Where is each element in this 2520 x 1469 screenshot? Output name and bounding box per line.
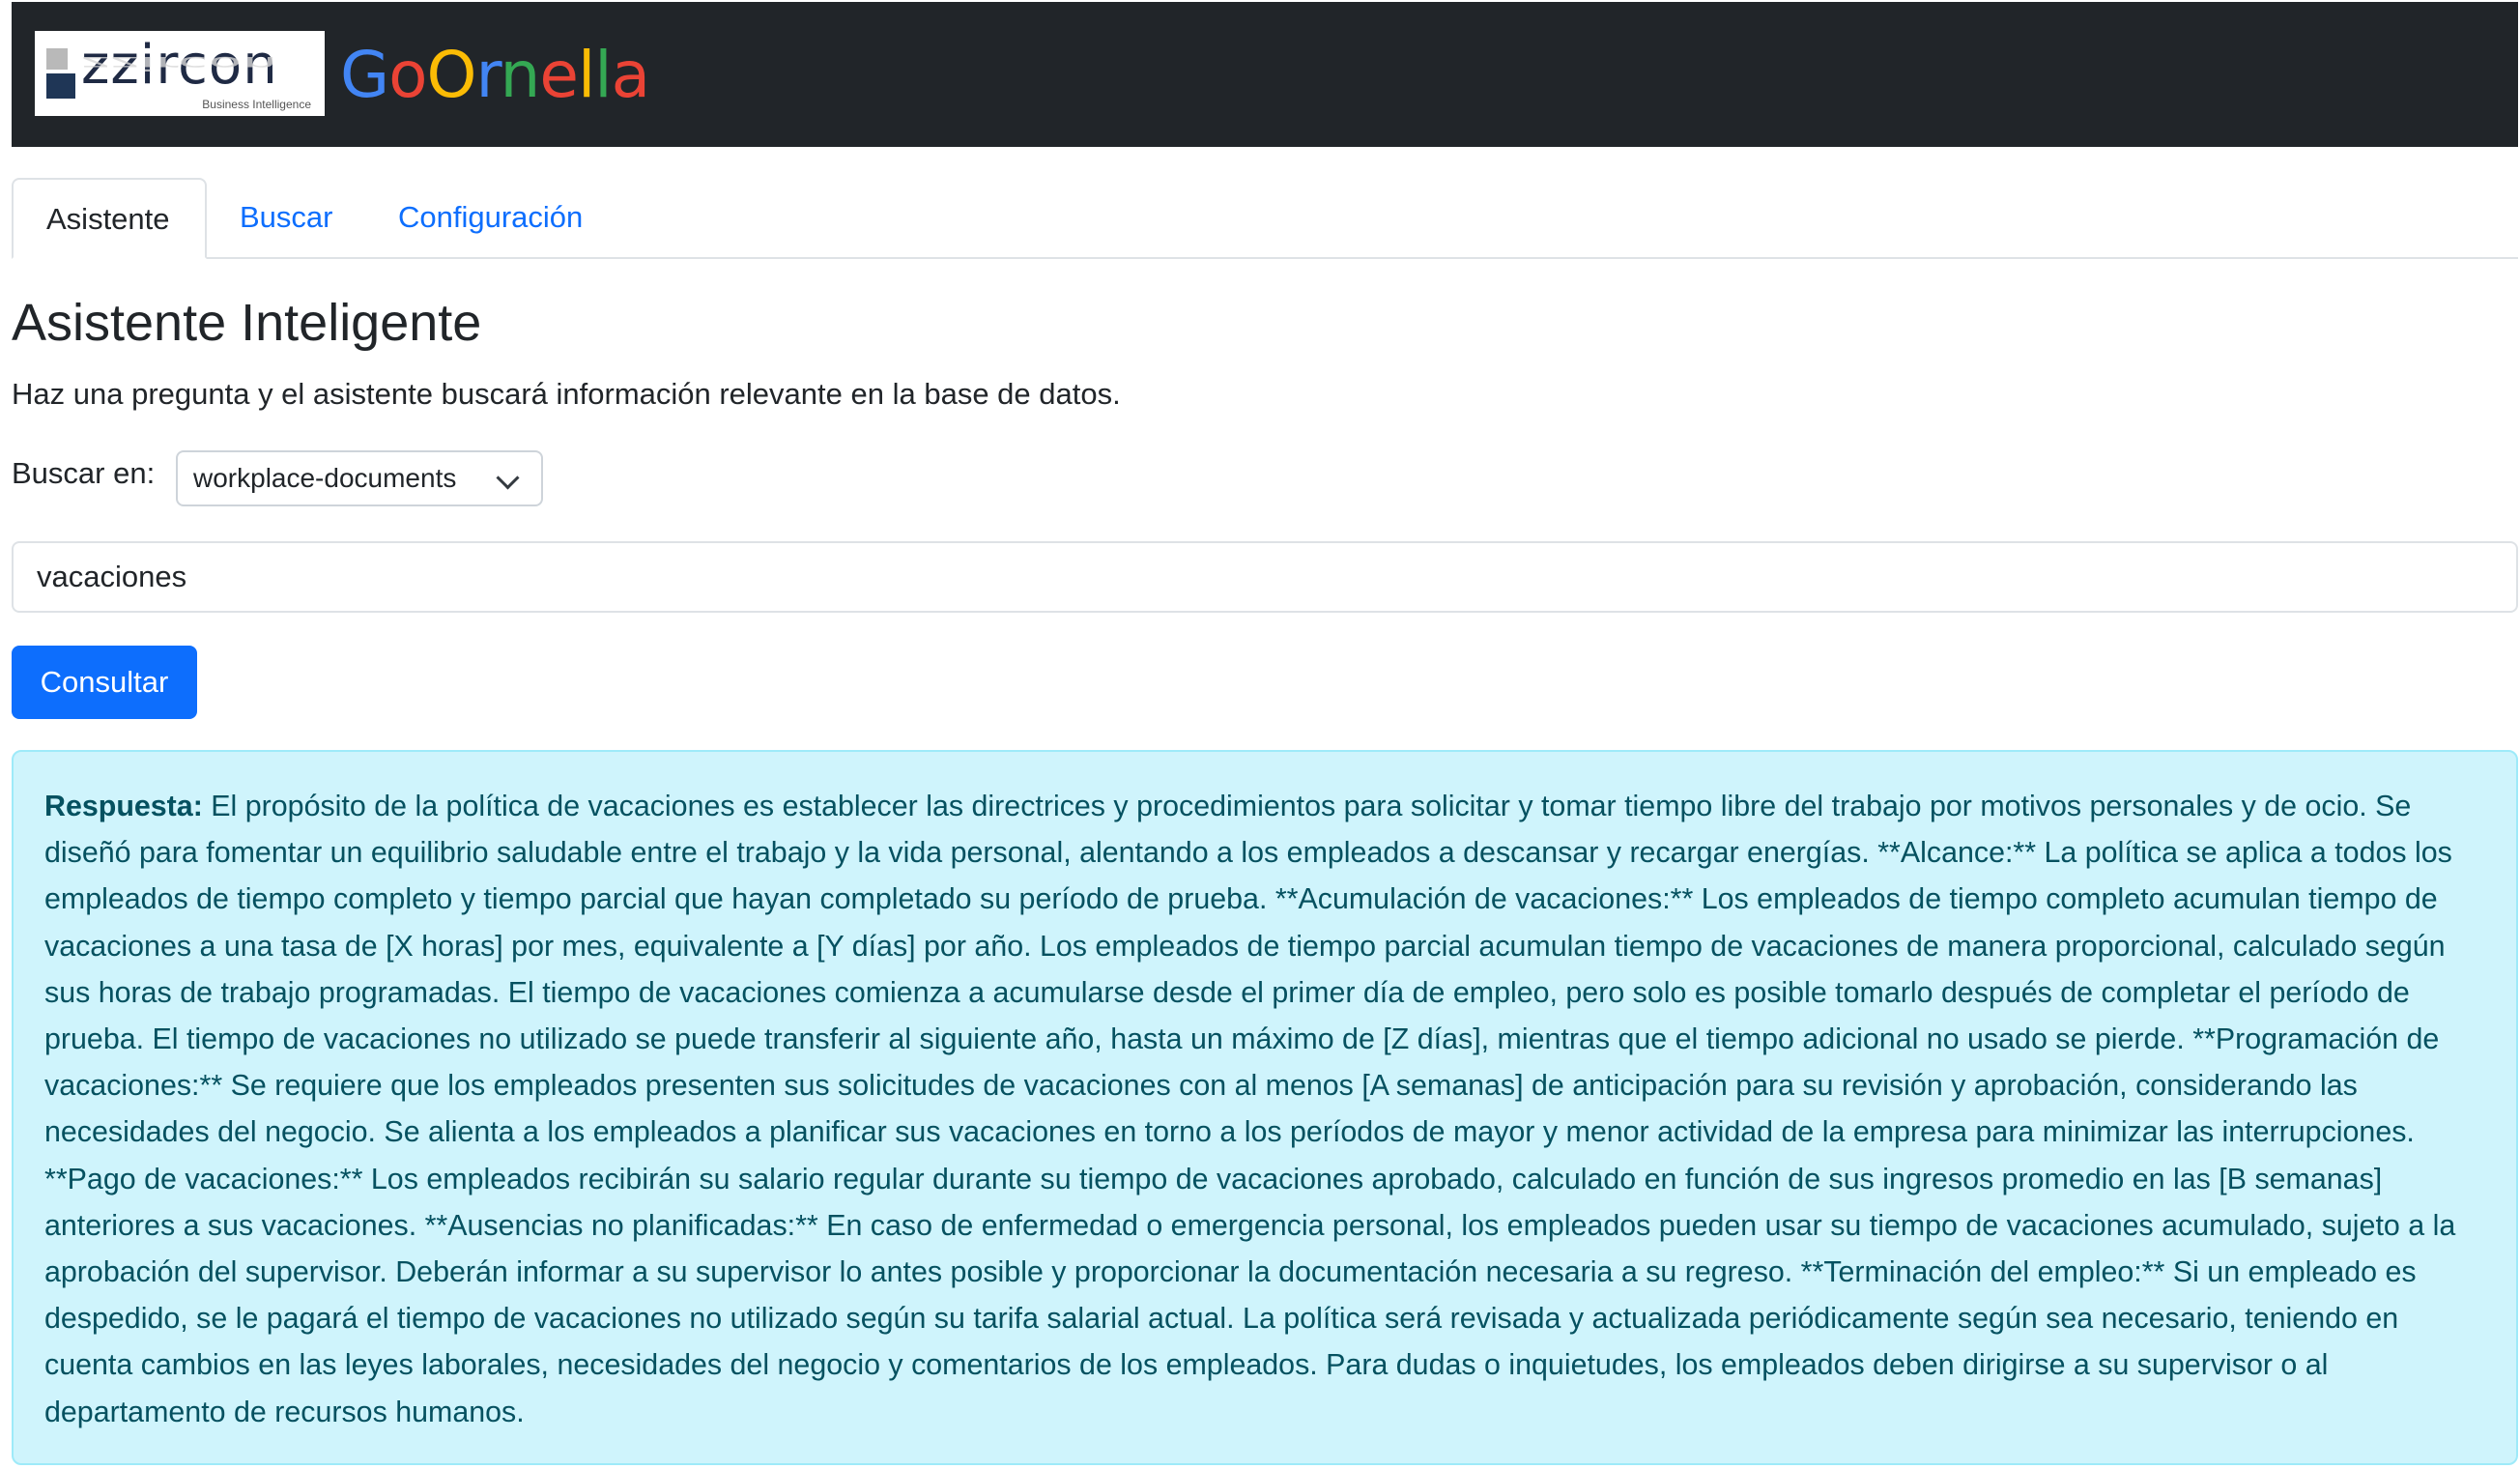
page-title: Asistente Inteligente [12,294,482,352]
logo-mark-icon [46,48,83,99]
brand-letter: a [611,38,650,112]
search-in-label: Buscar en: [12,456,156,490]
tab-bar: Asistente Buscar Configuración [12,178,2518,259]
page: zzircon zzircon Business Intelligence Go… [0,0,2520,1469]
navbar: zzircon zzircon Business Intelligence Go… [12,2,2518,147]
zircon-logo[interactable]: zzircon zzircon Business Intelligence [35,31,325,116]
chevron-down-icon [496,466,520,490]
logo-tagline: Business Intelligence [202,98,311,111]
brand-letter: o [388,38,427,112]
brand-letter: O [426,38,477,112]
consultar-button[interactable]: Consultar [12,646,197,719]
brand-letter: n [500,38,540,112]
index-select-value: workplace-documents [193,463,457,493]
tab-asistente[interactable]: Asistente [12,178,207,259]
answer-alert: Respuesta: El propósito de la política d… [12,750,2518,1465]
brand-letter: e [539,38,579,112]
tab-configuracion[interactable]: Configuración [365,178,616,257]
index-select[interactable]: workplace-documents [176,450,543,506]
answer-text: El propósito de la política de vacacione… [44,790,2456,1428]
brand-title[interactable]: GoOrnella [340,31,650,120]
query-input[interactable] [12,541,2518,613]
brand-letter: G [340,38,389,112]
page-subtitle: Haz una pregunta y el asistente buscará … [12,377,1121,411]
tab-buscar[interactable]: Buscar [207,178,365,257]
logo-reflection: zzircon [81,52,278,74]
brand-letter: l [594,38,612,112]
answer-label: Respuesta: [44,790,203,822]
brand-letter: r [475,38,501,112]
brand-letter: l [577,38,595,112]
